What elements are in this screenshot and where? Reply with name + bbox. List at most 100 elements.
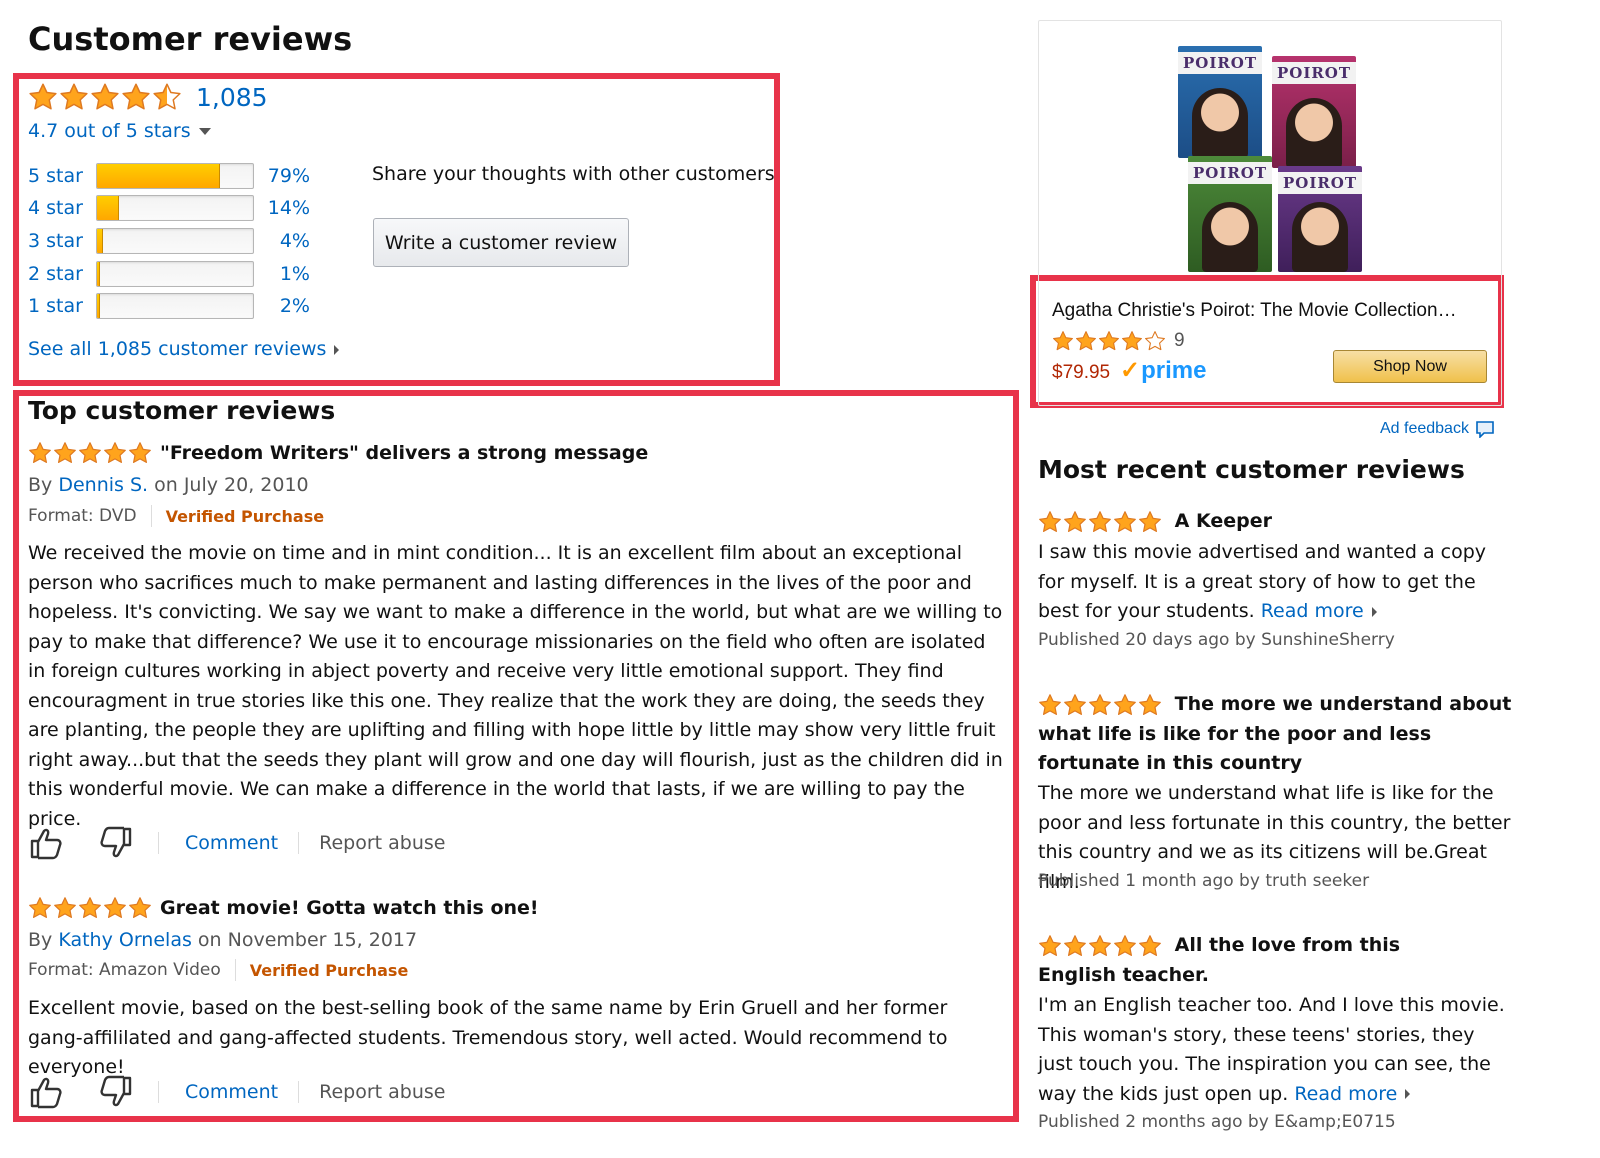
thumbs-up-icon[interactable]	[28, 825, 64, 861]
read-more-label: Read more	[1294, 1082, 1398, 1105]
histogram-row[interactable]: 1 star 2%	[28, 292, 310, 320]
divider	[234, 959, 236, 981]
star-icon	[1098, 330, 1120, 352]
review-2-author-link[interactable]: Kathy Ornelas	[58, 929, 192, 951]
histogram-bar[interactable]	[96, 228, 254, 254]
histogram-star-label[interactable]: 3 star	[28, 230, 96, 252]
star-icon	[1113, 693, 1137, 717]
recent-review-1-read-more[interactable]: Read more	[1261, 600, 1377, 622]
recent-review-3-read-more[interactable]: Read more	[1294, 1082, 1411, 1105]
review-1-author-link[interactable]: Dennis S.	[58, 474, 148, 496]
histogram-star-label[interactable]: 4 star	[28, 197, 96, 219]
recent-review-3-body-block: I'm an English teacher too. And I love t…	[1038, 991, 1512, 1109]
rating-count-link[interactable]: 1,085	[196, 83, 268, 112]
dvd-cover-1[interactable]: POIROT	[1178, 46, 1262, 158]
star-icon	[1063, 693, 1087, 717]
review-2-date: on November 15, 2017	[197, 929, 418, 951]
histogram-row[interactable]: 2 star 1%	[28, 260, 310, 288]
speech-bubble-icon	[1476, 421, 1494, 438]
review-2-title[interactable]: Great movie! Gotta watch this one!	[160, 897, 539, 919]
average-rating[interactable]: 1,085	[28, 82, 268, 112]
star-icon	[1088, 934, 1112, 958]
recent-review-3-meta: Published 2 months ago by E&amp;E0715	[1038, 1112, 1396, 1132]
thumbs-down-icon[interactable]	[98, 1074, 134, 1110]
top-reviews-heading: Top customer reviews	[28, 396, 336, 425]
histogram-bar[interactable]	[96, 261, 254, 287]
review-1-report-link[interactable]: Report abuse	[319, 832, 445, 854]
review-2-verified-badge: Verified Purchase	[249, 960, 409, 980]
review-1-title[interactable]: "Freedom Writers" delivers a strong mess…	[160, 442, 648, 464]
review-2-by-prefix: By	[28, 929, 53, 951]
cover-2-portrait	[1286, 98, 1342, 168]
caret-down-icon	[198, 128, 211, 135]
ad-rating-count: 9	[1174, 330, 1185, 351]
write-review-button[interactable]: Write a customer review	[373, 218, 629, 267]
histogram-bar[interactable]	[96, 163, 254, 189]
histogram-percent[interactable]: 14%	[254, 197, 310, 219]
histogram-percent[interactable]: 1%	[254, 263, 310, 285]
review-2-comment-link[interactable]: Comment	[185, 1081, 278, 1103]
share-thoughts-text: Share your thoughts with other customers	[372, 163, 775, 185]
chevron-right-icon	[1371, 606, 1377, 617]
review-2-actions: Comment Report abuse	[28, 1072, 445, 1112]
see-all-reviews-link[interactable]: See all 1,085 customer reviews	[28, 338, 340, 360]
recent-review-1-title-row[interactable]: A Keeper	[1038, 507, 1508, 537]
recent-review-2-meta: Published 1 month ago by truth seeker	[1038, 871, 1370, 891]
thumbs-down-icon[interactable]	[98, 825, 134, 861]
prime-badge: ✓ prime	[1120, 356, 1206, 385]
review-1-by-prefix: By	[28, 474, 53, 496]
rating-out-of-dropdown[interactable]: 4.7 out of 5 stars	[28, 120, 211, 142]
ad-feedback-link[interactable]: Ad feedback	[1380, 420, 1495, 438]
ad-rating[interactable]: 9	[1052, 330, 1185, 352]
shop-now-button[interactable]: Shop Now	[1333, 350, 1487, 383]
histogram-bar-fill	[97, 294, 100, 318]
review-2-byline: By Kathy Ornelas on November 15, 2017	[28, 929, 417, 951]
histogram-star-label[interactable]: 2 star	[28, 263, 96, 285]
star-icon	[59, 82, 89, 112]
review-2-stars	[28, 896, 152, 920]
review-1-verified-badge: Verified Purchase	[165, 506, 325, 526]
histogram-percent[interactable]: 2%	[254, 295, 310, 317]
star-icon	[1075, 330, 1097, 352]
review-1-stars	[28, 441, 152, 465]
cover-1-title: POIROT	[1178, 52, 1262, 74]
cover-3-portrait	[1202, 202, 1258, 272]
star-icon	[128, 441, 152, 465]
histogram-star-label[interactable]: 1 star	[28, 295, 96, 317]
recent-review-2-title-row[interactable]: The more we understand about what life i…	[1038, 690, 1513, 779]
review-2-format-row: Format: Amazon Video Verified Purchase	[28, 959, 408, 981]
dvd-cover-2[interactable]: POIROT	[1272, 56, 1356, 168]
histogram-percent[interactable]: 79%	[254, 165, 310, 187]
star-icon	[78, 441, 102, 465]
histogram-row[interactable]: 4 star 14%	[28, 194, 310, 222]
dvd-cover-3[interactable]: POIROT	[1188, 156, 1272, 272]
star-icon	[90, 82, 120, 112]
star-icon	[1121, 330, 1143, 352]
star-icon	[103, 896, 127, 920]
review-1-comment-link[interactable]: Comment	[185, 832, 278, 854]
review-1-header[interactable]: "Freedom Writers" delivers a strong mess…	[28, 441, 648, 465]
ad-product-title[interactable]: Agatha Christie's Poirot: The Movie Coll…	[1052, 300, 1484, 322]
star-icon	[1138, 934, 1162, 958]
histogram-bar[interactable]	[96, 195, 254, 221]
histogram-percent[interactable]: 4%	[254, 230, 310, 252]
recent-review-1-body-block: I saw this movie advertised and wanted a…	[1038, 538, 1508, 627]
recent-review-1-title[interactable]: A Keeper	[1175, 510, 1272, 532]
recent-review-3-body: I'm an English teacher too. And I love t…	[1038, 994, 1505, 1105]
review-1-body: We received the movie on time and in min…	[28, 542, 1003, 830]
histogram-row[interactable]: 5 star 79%	[28, 162, 310, 190]
histogram-row[interactable]: 3 star 4%	[28, 227, 310, 255]
histogram-star-label[interactable]: 5 star	[28, 165, 96, 187]
review-1-date: on July 20, 2010	[154, 474, 309, 496]
recent-review-3-stars	[1038, 934, 1162, 958]
histogram-bar[interactable]	[96, 293, 254, 319]
review-2-header[interactable]: Great movie! Gotta watch this one!	[28, 896, 539, 920]
thumbs-up-icon[interactable]	[28, 1074, 64, 1110]
star-icon	[1063, 934, 1087, 958]
recent-review-3-title-row[interactable]: All the love from this English teacher.	[1038, 931, 1458, 990]
review-2-report-link[interactable]: Report abuse	[319, 1081, 445, 1103]
dvd-cover-4[interactable]: POIROT	[1278, 166, 1362, 272]
star-icon	[1052, 330, 1074, 352]
recent-review-1-meta: Published 20 days ago by SunshineSherry	[1038, 630, 1395, 650]
divider	[150, 505, 152, 527]
